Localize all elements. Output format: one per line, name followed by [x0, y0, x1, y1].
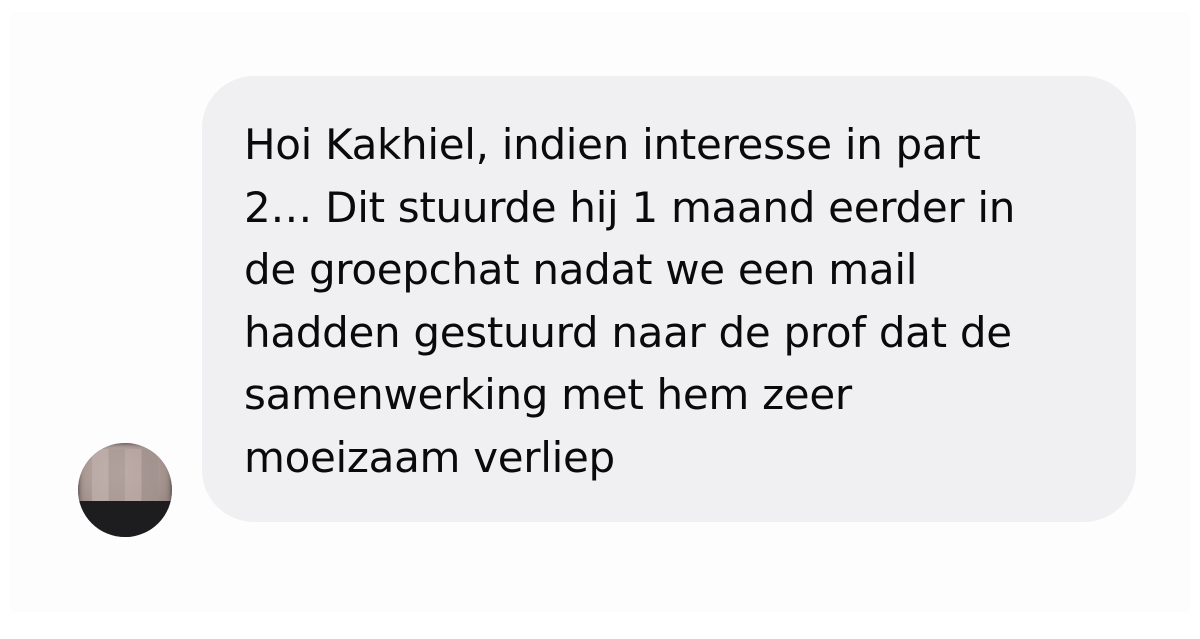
message-text: Hoi Kakhiel, indien interesse in part 2…… [244, 120, 1016, 482]
message-bubble[interactable]: Hoi Kakhiel, indien interesse in part 2…… [202, 76, 1136, 522]
avatar-pixelation [92, 449, 158, 507]
avatar-shirt [78, 501, 172, 537]
sender-avatar-icon[interactable] [78, 443, 172, 537]
